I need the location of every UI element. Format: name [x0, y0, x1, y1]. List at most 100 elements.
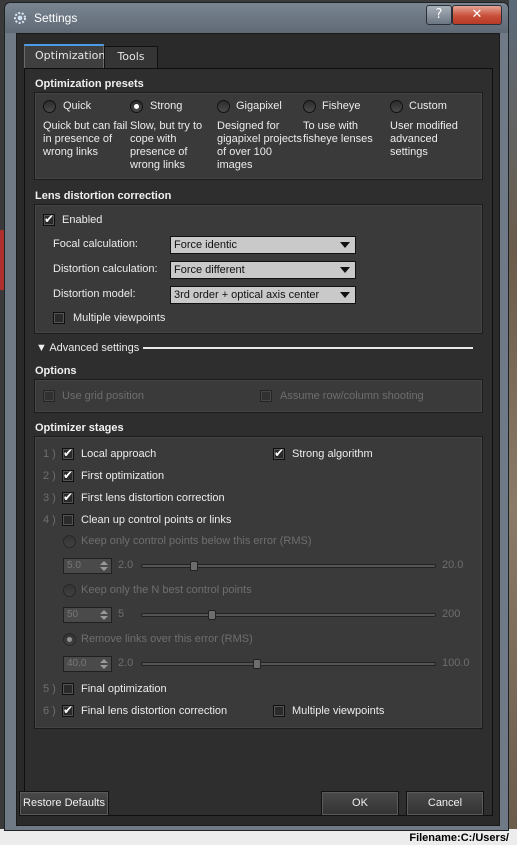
preset-gigapixel-radio[interactable] [217, 100, 230, 113]
strong-algorithm-checkbox[interactable] [273, 446, 285, 460]
stage-multiple-viewpoints-checkbox[interactable] [273, 705, 285, 717]
advanced-divider [143, 347, 473, 349]
remove-links-handle[interactable] [253, 659, 261, 669]
stages-group: 1 ) Local approach Strong algorithm 2 ) … [34, 436, 483, 729]
ok-button[interactable]: OK [321, 791, 399, 816]
options-section-title: Options [35, 365, 77, 377]
remove-links-radio[interactable] [63, 633, 76, 646]
stage-5-number: 5 ) [43, 683, 56, 695]
lens-enabled-checkbox[interactable] [43, 212, 55, 226]
first-lens-distortion-checkbox[interactable] [62, 490, 74, 504]
options-group: Use grid position Assume row/column shoo… [34, 379, 483, 413]
keep-below-error-value: 5.0 [67, 560, 81, 571]
clean-up-label: Clean up control points or links [81, 514, 232, 526]
preset-strong-desc: Slow, but try to cope with presence of w… [130, 120, 203, 171]
preset-quick-desc: Quick but can fail in presence of wrong … [43, 120, 128, 158]
advanced-settings-toggle[interactable]: ▼ Advanced settings [36, 342, 139, 354]
use-grid-position-label: Use grid position [62, 390, 144, 402]
stage-4-number: 4 ) [43, 514, 56, 526]
distortion-model-select[interactable]: 3rd order + optical axis center [170, 286, 356, 304]
assume-row-column-label: Assume row/column shooting [280, 390, 424, 402]
remove-links-value: 40.0 [67, 658, 87, 669]
arrow-down-icon[interactable] [100, 616, 108, 620]
first-lens-distortion-label: First lens distortion correction [81, 492, 225, 504]
close-button[interactable]: ✕ [452, 5, 502, 25]
preset-custom-desc: User modified advanced settings [390, 120, 458, 158]
preset-quick-label: Quick [63, 100, 92, 112]
remove-links-label: Remove links over this error (RMS) [81, 633, 253, 645]
focal-calculation-select[interactable]: Force identic [170, 236, 356, 254]
keep-below-error-slider[interactable] [141, 561, 436, 571]
arrow-down-icon[interactable] [100, 567, 108, 571]
stage-1-number: 1 ) [43, 448, 56, 460]
cancel-button[interactable]: Cancel [406, 791, 484, 816]
window-title: Settings [34, 11, 78, 25]
background-filename: Filename:C:/Users/ [409, 832, 509, 844]
keep-below-error-stepper[interactable]: 5.0 [63, 558, 112, 574]
stages-section-title: Optimizer stages [35, 422, 124, 434]
background-photo-strip [509, 0, 517, 845]
keep-below-error-min: 2.0 [118, 559, 134, 571]
title-bar[interactable]: Settings ? ✕ [5, 3, 508, 33]
dialog-client-area: Optimization Tools Optimization presets … [16, 33, 500, 826]
remove-links-slider[interactable] [141, 659, 436, 669]
remove-links-max: 100.0 [442, 657, 470, 669]
tab-optimization[interactable]: Optimization [24, 44, 105, 68]
lens-section-title: Lens distortion correction [35, 190, 172, 202]
arrow-down-icon[interactable] [100, 665, 108, 669]
clean-up-checkbox[interactable] [62, 514, 74, 526]
keep-below-error-handle[interactable] [190, 561, 198, 571]
preset-fisheye-radio[interactable] [303, 100, 316, 113]
keep-best-points-max: 200 [442, 608, 461, 620]
triangle-down-icon: ▼ [36, 342, 47, 354]
use-grid-position-checkbox[interactable] [43, 390, 55, 402]
background-status-bar: Filename:C:/Users/ [0, 829, 517, 845]
advanced-settings-label: Advanced settings [49, 342, 140, 354]
optimization-panel: Optimization presets Quick Quick but can… [24, 68, 493, 816]
focal-calculation-value: Force identic [174, 239, 237, 251]
keep-best-points-radio[interactable] [63, 584, 76, 597]
keep-best-points-stepper[interactable]: 50 [63, 607, 112, 623]
preset-quick-radio[interactable] [43, 100, 56, 113]
final-lens-distortion-label: Final lens distortion correction [81, 705, 228, 717]
final-optimization-checkbox[interactable] [62, 683, 74, 695]
lens-group: Enabled Focal calculation: Force identic… [34, 204, 483, 334]
keep-best-points-slider[interactable] [141, 610, 436, 620]
keep-best-points-value: 50 [67, 609, 79, 620]
lens-multiple-viewpoints-checkbox[interactable] [53, 312, 65, 324]
presets-group: Quick Quick but can fail in presence of … [34, 92, 483, 180]
first-optimization-checkbox[interactable] [62, 468, 74, 482]
preset-strong-radio[interactable] [130, 100, 143, 113]
chevron-down-icon [340, 292, 350, 298]
strong-algorithm-label: Strong algorithm [292, 448, 373, 460]
keep-below-error-radio[interactable] [63, 535, 76, 548]
assume-row-column-checkbox[interactable] [260, 390, 272, 402]
preset-gigapixel-desc: Designed for gigapixel projects of over … [217, 120, 302, 171]
lens-enabled-label: Enabled [62, 214, 103, 226]
distortion-model-label: Distortion model: [53, 288, 136, 300]
chevron-down-icon [340, 267, 350, 273]
stage-3-number: 3 ) [43, 492, 56, 504]
remove-links-stepper[interactable]: 40.0 [63, 656, 112, 672]
chevron-down-icon [340, 242, 350, 248]
preset-custom-radio[interactable] [390, 100, 403, 113]
first-optimization-label: First optimization [81, 470, 165, 482]
distortion-calculation-label: Distortion calculation: [53, 263, 158, 275]
restore-defaults-button[interactable]: Restore Defaults [19, 791, 109, 816]
local-approach-checkbox[interactable] [62, 446, 74, 460]
distortion-model-value: 3rd order + optical axis center [174, 289, 320, 301]
presets-section-title: Optimization presets [35, 78, 144, 90]
arrow-up-icon[interactable] [100, 610, 108, 614]
stage-6-number: 6 ) [43, 705, 56, 717]
arrow-up-icon[interactable] [100, 561, 108, 565]
keep-best-points-min: 5 [118, 608, 125, 620]
keep-best-points-handle[interactable] [208, 610, 216, 620]
preset-strong-label: Strong [150, 100, 183, 112]
stage-multiple-viewpoints-label: Multiple viewpoints [292, 705, 385, 717]
tab-tools[interactable]: Tools [104, 46, 158, 68]
settings-window: Settings ? ✕ Optimization Tools Optimiza… [4, 2, 509, 831]
help-button[interactable]: ? [426, 5, 452, 25]
arrow-up-icon[interactable] [100, 659, 108, 663]
final-lens-distortion-checkbox[interactable] [62, 703, 74, 717]
distortion-calculation-select[interactable]: Force different [170, 261, 356, 279]
